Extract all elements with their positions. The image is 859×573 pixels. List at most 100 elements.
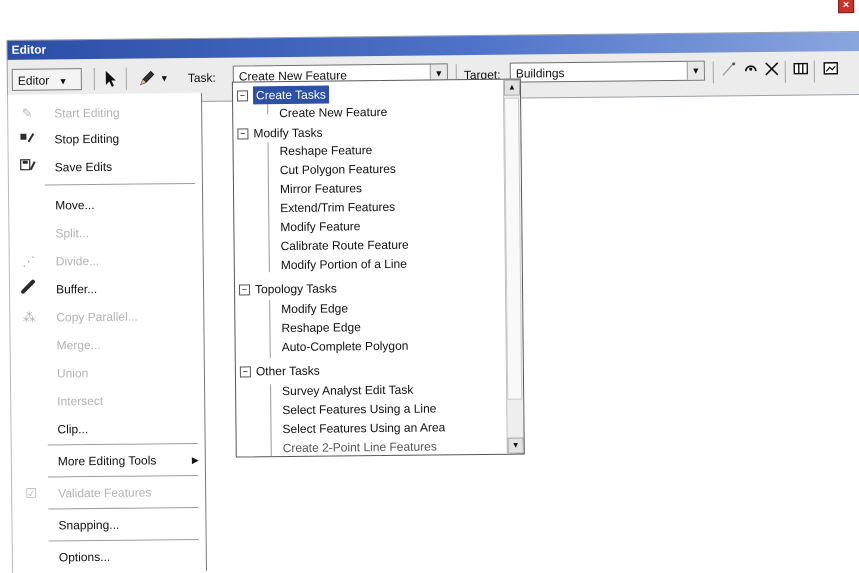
task-item[interactable]: Create New Feature — [279, 103, 387, 122]
menu-item-label: Stop Editing — [54, 131, 120, 147]
task-item[interactable]: Select Features Using an Area — [282, 418, 445, 438]
task-group-label: Topology Tasks — [254, 281, 337, 297]
tree-line — [267, 142, 270, 273]
menu-item-start-editing: ✎ Start Editing — [8, 101, 198, 125]
collapse-icon[interactable]: − — [238, 284, 251, 296]
menu-item-intersect: Intersect — [11, 389, 201, 413]
menu-item-label: More Editing Tools — [57, 453, 157, 469]
toolbar-separator — [125, 67, 127, 90]
menu-item-label: Move... — [55, 198, 95, 213]
copy-parallel-icon: ⁂ — [22, 309, 36, 325]
collapse-icon[interactable]: − — [237, 128, 249, 140]
rotate-icon[interactable] — [742, 59, 760, 79]
menu-separator — [48, 506, 199, 510]
menu-separator — [48, 538, 199, 542]
menu-item-more-editing-tools[interactable]: More Editing Tools ▶ — [12, 449, 202, 473]
task-group-label: Create Tasks — [252, 85, 329, 105]
chevron-down-icon: ▼ — [58, 76, 68, 87]
menu-item-merge: Merge... — [11, 333, 201, 357]
tree-line — [270, 384, 272, 458]
toolbar-separator — [93, 68, 95, 91]
close-button[interactable]: × — [838, 0, 855, 14]
editor-menu: ✎ Start Editing Stop Editing Save Edits … — [6, 92, 207, 573]
editor-screenshot: × Editor Editor ▼ ▼ Task: Create New Fea… — [0, 0, 859, 573]
task-item[interactable]: Calibrate Route Feature — [280, 236, 409, 255]
scroll-up-icon[interactable]: ▲ — [503, 79, 521, 96]
task-label: Task: — [187, 70, 216, 86]
menu-item-clip[interactable]: Clip... — [11, 417, 201, 441]
task-group-other-tasks[interactable]: − Other Tasks — [239, 360, 500, 381]
menu-item-label: Clip... — [57, 422, 89, 437]
pencil-icon[interactable] — [138, 67, 156, 89]
editor-menu-button[interactable]: Editor ▼ — [11, 68, 82, 91]
menu-item-label: Start Editing — [54, 105, 120, 121]
submenu-arrow-icon: ▶ — [191, 454, 199, 466]
scroll-thumb[interactable] — [504, 97, 523, 400]
task-item[interactable]: Modify Portion of a Line — [281, 255, 407, 274]
target-dropdown[interactable]: Buildings ▼ — [509, 60, 705, 83]
menu-item-label: Save Edits — [54, 159, 113, 175]
collapse-icon[interactable]: − — [239, 366, 251, 378]
menu-separator — [47, 474, 198, 478]
task-group-topology-tasks[interactable]: − Topology Tasks — [238, 278, 499, 299]
menu-item-label: Intersect — [57, 393, 104, 409]
stop-editing-icon — [18, 129, 36, 151]
task-dropdown-list: − Create Tasks Create New Feature − Modi… — [231, 78, 525, 458]
save-edits-icon — [19, 157, 37, 179]
menu-item-stop-editing[interactable]: Stop Editing — [8, 127, 198, 151]
validate-icon: ☑ — [25, 485, 38, 501]
menu-item-options[interactable]: Options... — [13, 545, 203, 569]
menu-item-split: Split... — [9, 221, 199, 245]
scroll-down-icon[interactable]: ▼ — [507, 437, 524, 454]
menu-item-save-edits[interactable]: Save Edits — [9, 155, 199, 179]
toolbar-separator — [784, 60, 786, 83]
menu-item-label: Buffer... — [55, 281, 98, 297]
attributes-icon[interactable] — [792, 59, 810, 79]
task-item[interactable]: Modify Feature — [280, 217, 360, 236]
task-group-modify-tasks[interactable]: − Modify Tasks — [237, 122, 497, 143]
task-item[interactable]: Reshape Edge — [281, 318, 361, 337]
sketch-properties-icon[interactable] — [822, 58, 840, 78]
menu-item-label: Options... — [58, 549, 111, 565]
menu-item-label: Split... — [55, 226, 89, 241]
start-editing-icon: ✎ — [21, 105, 33, 121]
menu-item-move[interactable]: Move... — [9, 193, 199, 217]
pointer-icon[interactable] — [104, 68, 118, 90]
tree-line — [267, 104, 269, 115]
editor-menu-label: Editor — [17, 73, 50, 88]
menu-item-divide: ⋰ Divide... — [10, 249, 200, 273]
menu-item-label: Validate Features — [58, 485, 152, 501]
task-item[interactable]: Select Features Using a Line — [282, 399, 436, 419]
task-group-label: Modify Tasks — [253, 125, 323, 141]
menu-item-buffer[interactable]: Buffer... — [10, 277, 200, 301]
edit-vertices-icon[interactable] — [720, 59, 738, 79]
tree-line — [269, 300, 271, 359]
chevron-down-icon[interactable]: ▼ — [686, 61, 704, 80]
task-item[interactable]: Modify Edge — [281, 299, 348, 318]
task-item[interactable]: Cut Polygon Features — [280, 160, 396, 179]
menu-item-validate-features: ☑ Validate Features — [12, 481, 202, 505]
task-item[interactable]: Auto-Complete Polygon — [282, 337, 409, 356]
task-item[interactable]: Reshape Feature — [280, 141, 373, 160]
task-item[interactable]: Extend/Trim Features — [280, 198, 395, 217]
menu-item-snapping[interactable]: Snapping... — [12, 513, 202, 537]
collapse-icon[interactable]: − — [236, 90, 249, 102]
split-icon[interactable] — [763, 59, 781, 79]
toolbar-separator — [712, 61, 714, 84]
menu-item-label: Union — [56, 366, 89, 381]
task-list-scrollbar[interactable]: ▲ ▼ — [502, 79, 524, 454]
menu-separator — [44, 182, 195, 186]
task-item[interactable]: Create 2-Point Line Features — [283, 437, 437, 457]
task-group-label: Other Tasks — [255, 363, 320, 379]
chevron-down-icon[interactable]: ▼ — [160, 67, 169, 89]
menu-item-label: Divide... — [55, 253, 100, 269]
menu-separator — [47, 442, 198, 446]
task-item[interactable]: Mirror Features — [280, 179, 362, 198]
toolbar-separator — [813, 60, 815, 83]
target-dropdown-value: Buildings — [515, 66, 565, 81]
task-group-create-tasks[interactable]: − Create Tasks — [236, 84, 497, 105]
buffer-icon — [20, 279, 38, 301]
menu-item-label: Merge... — [56, 337, 101, 353]
menu-item-label: Snapping... — [58, 517, 120, 533]
task-item[interactable]: Survey Analyst Edit Task — [282, 381, 413, 400]
